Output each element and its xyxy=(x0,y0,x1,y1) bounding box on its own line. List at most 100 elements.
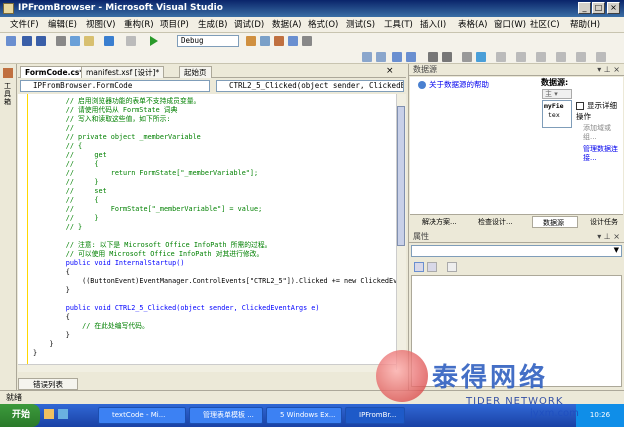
code-line[interactable]: } xyxy=(33,349,37,358)
show-details-checkbox[interactable]: 显示详细 xyxy=(576,101,617,110)
code-line[interactable]: // return FormState["_memberVariable"]; xyxy=(33,169,258,178)
toolbox-icon[interactable] xyxy=(274,36,284,46)
datasource-select[interactable]: 主 ▾ xyxy=(542,89,572,99)
folder-bookmark-icon[interactable] xyxy=(536,52,546,62)
horizontal-scrollbar[interactable] xyxy=(18,364,396,372)
layout-icon[interactable] xyxy=(376,52,386,62)
save-all-icon[interactable] xyxy=(36,36,46,46)
code-line[interactable]: // FormState["_memberVariable"] = value; xyxy=(33,205,262,214)
find-icon[interactable] xyxy=(246,36,256,46)
code-line[interactable]: // set xyxy=(33,187,107,196)
menu-item-6[interactable]: 调试(D) xyxy=(234,19,264,31)
minimize-button[interactable]: _ xyxy=(578,2,591,14)
code-line[interactable]: // } xyxy=(33,214,99,223)
code-line[interactable]: // { xyxy=(33,142,82,151)
code-line[interactable]: public void CTRL2_5_Clicked(object sende… xyxy=(33,304,320,313)
menu-item-4[interactable]: 项目(P) xyxy=(160,19,189,31)
tab-data-source[interactable]: 数据源 xyxy=(532,216,578,228)
code-line[interactable]: public void InternalStartup() xyxy=(33,259,185,268)
code-line[interactable]: // 注意: 以下是 Microsoft Office InfoPath 所需的… xyxy=(33,241,272,250)
tab-formcode[interactable]: FormCode.cs* xyxy=(20,66,89,78)
chevron-down-icon[interactable]: ▼ xyxy=(614,246,619,254)
tab-design-tasks[interactable]: 设计任务 xyxy=(580,216,622,228)
property-pages-icon[interactable] xyxy=(447,262,457,272)
menu-item-13[interactable]: 窗口(W) xyxy=(494,19,526,31)
comment-icon[interactable] xyxy=(392,52,402,62)
manage-connections-link[interactable]: 管理数据连接... xyxy=(583,145,621,163)
bookmark-clear-icon[interactable] xyxy=(516,52,526,62)
options-icon[interactable] xyxy=(302,36,312,46)
toolbox-icon[interactable] xyxy=(3,68,13,78)
code-line[interactable]: } xyxy=(33,331,70,340)
copy-icon[interactable] xyxy=(70,36,80,46)
code-line[interactable]: { xyxy=(33,313,70,322)
tab-manifest[interactable]: manifest.xsf [设计]* xyxy=(81,66,165,78)
bookmark-icon[interactable] xyxy=(462,52,472,62)
configuration-select[interactable]: Debug xyxy=(177,35,239,47)
tree-node-root[interactable]: myFie xyxy=(544,102,570,111)
error-list-tab[interactable]: 错误列表 xyxy=(18,378,78,390)
start-debug-icon[interactable] xyxy=(150,36,158,46)
code-line[interactable]: // xyxy=(33,124,74,133)
datasource-help-link[interactable]: 关于数据源的帮助 xyxy=(418,80,489,90)
checkbox-icon[interactable] xyxy=(576,102,584,110)
menu-item-12[interactable]: 表格(A) xyxy=(458,19,487,31)
tab-design-checker[interactable]: 检查设计... xyxy=(468,216,530,228)
menu-item-1[interactable]: 编辑(E) xyxy=(48,19,77,31)
align-icon[interactable] xyxy=(362,52,372,62)
menu-item-10[interactable]: 工具(T) xyxy=(384,19,413,31)
object-browser-icon[interactable] xyxy=(288,36,298,46)
close-button[interactable]: × xyxy=(607,2,620,14)
menu-item-7[interactable]: 数据(A) xyxy=(272,19,301,31)
panel-close-icon[interactable]: ▾ ⊥ × xyxy=(597,64,620,76)
bookmark-prev-icon[interactable] xyxy=(496,52,506,62)
code-line[interactable]: ((ButtonEvent)EventManager.ControlEvents… xyxy=(33,277,396,286)
code-line[interactable]: // 可以使用 Microsoft Office InfoPath 对其进行修改… xyxy=(33,250,264,259)
taskbar-item-textcode[interactable]: textCode - Mi... xyxy=(98,407,186,424)
code-line[interactable]: } xyxy=(33,286,70,295)
indent-icon[interactable] xyxy=(428,52,438,62)
tab-start-page[interactable]: 起始页 xyxy=(179,66,212,78)
taskbar-item-manage-forms[interactable]: 管理表单模板 ... xyxy=(189,407,263,424)
menu-item-5[interactable]: 生成(B) xyxy=(198,19,227,31)
menu-item-8[interactable]: 格式(O) xyxy=(308,19,338,31)
categorized-icon[interactable] xyxy=(414,262,424,272)
code-line[interactable]: // private object _memberVariable xyxy=(33,133,201,142)
tab-solution-explorer[interactable]: 解决方案... xyxy=(412,216,466,228)
properties-icon[interactable] xyxy=(260,36,270,46)
taskbar-item-ipfrombrowser[interactable]: IPFromBr... xyxy=(345,407,405,424)
code-line[interactable]: } xyxy=(33,340,53,349)
code-line[interactable]: // 写入和读取这些值，如下所示: xyxy=(33,115,171,124)
close-tab-icon[interactable]: × xyxy=(386,66,394,76)
menu-item-0[interactable]: 文件(F) xyxy=(10,19,39,31)
code-line[interactable]: // 请使用代码从 FormState 词典 xyxy=(33,106,178,115)
undo-icon[interactable] xyxy=(104,36,114,46)
folder-prev-icon[interactable] xyxy=(576,52,586,62)
code-line[interactable]: // 启用浏览器功能的表单不支持成员变量。 xyxy=(33,97,201,106)
alphabetical-icon[interactable] xyxy=(427,262,437,272)
menu-item-11[interactable]: 插入(I) xyxy=(420,19,446,31)
class-dropdown[interactable]: IPFromBrowser.FormCode xyxy=(20,80,210,92)
code-line[interactable]: // { xyxy=(33,196,99,205)
code-line[interactable]: // get xyxy=(33,151,107,160)
menu-item-2[interactable]: 视图(V) xyxy=(86,19,115,31)
code-line[interactable]: // } xyxy=(33,178,99,187)
datasource-tree[interactable]: myFie tex xyxy=(542,100,572,128)
quicklaunch-ie-icon[interactable] xyxy=(44,409,54,419)
code-editor[interactable]: // 启用浏览器功能的表单不支持成员变量。 // 请使用代码从 FormStat… xyxy=(18,94,396,364)
cut-icon[interactable] xyxy=(56,36,66,46)
quicklaunch-desktop-icon[interactable] xyxy=(58,409,68,419)
properties-object-select[interactable]: ▼ xyxy=(411,245,622,257)
maximize-button[interactable]: □ xyxy=(592,2,605,14)
new-project-icon[interactable] xyxy=(6,36,16,46)
add-field-link[interactable]: 添加域或组... xyxy=(583,124,621,142)
scroll-thumb[interactable] xyxy=(397,106,405,246)
tree-node-field[interactable]: tex xyxy=(544,111,570,120)
start-button[interactable]: 开始 xyxy=(0,404,40,427)
help-link-text[interactable]: 关于数据源的帮助 xyxy=(429,80,489,89)
save-icon[interactable] xyxy=(22,36,32,46)
uncomment-icon[interactable] xyxy=(406,52,416,62)
menu-item-3[interactable]: 重构(R) xyxy=(124,19,154,31)
toolbox-strip[interactable]: 工具箱 xyxy=(0,64,17,390)
bookmark-window-icon[interactable] xyxy=(596,52,606,62)
